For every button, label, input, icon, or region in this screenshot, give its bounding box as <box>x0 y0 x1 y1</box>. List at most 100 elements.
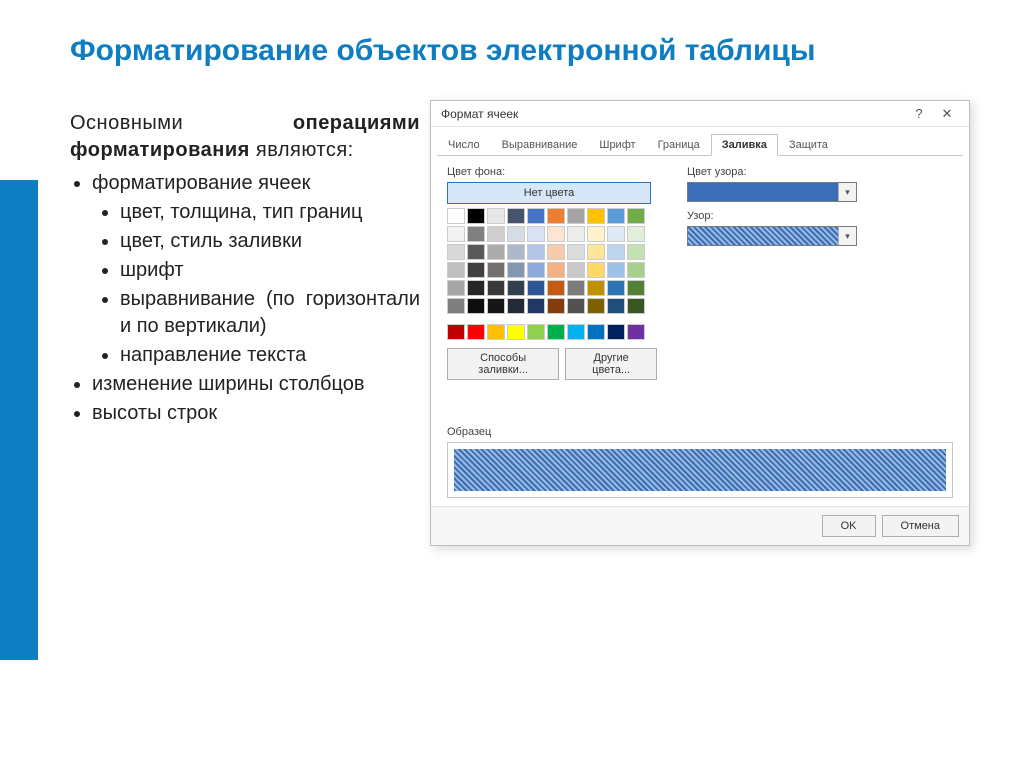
color-swatch[interactable] <box>627 280 645 296</box>
close-icon[interactable]: ✕ <box>933 106 961 122</box>
color-swatch[interactable] <box>627 298 645 314</box>
color-swatch[interactable] <box>447 324 465 340</box>
bullet-l1-c: высоты строк <box>92 400 420 427</box>
color-swatch[interactable] <box>447 208 465 224</box>
color-swatch[interactable] <box>547 208 565 224</box>
color-swatch[interactable] <box>587 324 605 340</box>
color-swatch[interactable] <box>507 244 525 260</box>
color-swatch[interactable] <box>627 208 645 224</box>
tab-number[interactable]: Число <box>437 134 491 156</box>
color-swatch[interactable] <box>587 280 605 296</box>
color-swatch[interactable] <box>507 226 525 242</box>
color-swatch[interactable] <box>467 280 485 296</box>
color-swatch[interactable] <box>507 324 525 340</box>
color-swatch[interactable] <box>487 324 505 340</box>
color-swatch[interactable] <box>587 208 605 224</box>
color-swatch[interactable] <box>487 262 505 278</box>
bullet-l2-d: выравнивание (по горизонтали и по вертик… <box>120 286 420 340</box>
color-swatch[interactable] <box>607 298 625 314</box>
color-swatch[interactable] <box>487 208 505 224</box>
intro-part1: Основными <box>70 112 183 134</box>
chevron-down-icon: ▾ <box>838 227 856 245</box>
color-swatch[interactable] <box>467 324 485 340</box>
color-swatch[interactable] <box>467 208 485 224</box>
color-swatch[interactable] <box>607 280 625 296</box>
tab-border[interactable]: Граница <box>647 134 711 156</box>
color-swatch[interactable] <box>527 324 545 340</box>
color-swatch[interactable] <box>447 244 465 260</box>
color-swatch[interactable] <box>567 244 585 260</box>
dialog-title: Формат ячеек <box>441 107 905 121</box>
fill-methods-button[interactable]: Способы заливки... <box>447 348 559 380</box>
color-swatch[interactable] <box>547 324 565 340</box>
help-icon[interactable]: ? <box>905 106 933 121</box>
color-swatch[interactable] <box>567 262 585 278</box>
color-swatch[interactable] <box>567 226 585 242</box>
color-swatch[interactable] <box>467 244 485 260</box>
chevron-down-icon: ▾ <box>838 183 856 201</box>
color-swatch[interactable] <box>587 226 605 242</box>
dialog-footer: OK Отмена <box>431 506 969 545</box>
color-swatch[interactable] <box>547 244 565 260</box>
bullet-l2-b: цвет, стиль заливки <box>120 228 420 255</box>
color-swatch[interactable] <box>467 226 485 242</box>
color-swatch[interactable] <box>547 298 565 314</box>
pattern-color-value <box>688 183 838 201</box>
dialog-titlebar[interactable]: Формат ячеек ? ✕ <box>431 101 969 127</box>
color-swatch[interactable] <box>627 226 645 242</box>
color-swatch[interactable] <box>527 280 545 296</box>
color-swatch[interactable] <box>567 280 585 296</box>
color-swatch[interactable] <box>547 280 565 296</box>
color-swatch[interactable] <box>587 298 605 314</box>
color-swatch[interactable] <box>507 280 525 296</box>
color-swatch[interactable] <box>467 298 485 314</box>
color-swatch[interactable] <box>507 262 525 278</box>
bullet-l2-e: направление текста <box>120 342 420 369</box>
color-swatch[interactable] <box>607 262 625 278</box>
color-swatch[interactable] <box>607 226 625 242</box>
color-swatch[interactable] <box>467 262 485 278</box>
bg-color-label: Цвет фона: <box>447 166 657 178</box>
color-swatch[interactable] <box>527 262 545 278</box>
cancel-button[interactable]: Отмена <box>882 515 959 537</box>
color-swatch[interactable] <box>487 226 505 242</box>
bullet-l2-c: шрифт <box>120 257 420 284</box>
color-swatch[interactable] <box>627 244 645 260</box>
ok-button[interactable]: OK <box>822 515 876 537</box>
pattern-color-combo[interactable]: ▾ <box>687 182 857 202</box>
color-swatch[interactable] <box>487 280 505 296</box>
color-swatch[interactable] <box>567 208 585 224</box>
color-swatch[interactable] <box>487 244 505 260</box>
color-swatch[interactable] <box>527 208 545 224</box>
no-color-button[interactable]: Нет цвета <box>447 182 651 204</box>
tab-fill[interactable]: Заливка <box>711 134 778 156</box>
color-swatch[interactable] <box>567 324 585 340</box>
color-swatch[interactable] <box>607 244 625 260</box>
tab-alignment[interactable]: Выравнивание <box>491 134 589 156</box>
color-swatch[interactable] <box>567 298 585 314</box>
color-swatch[interactable] <box>547 262 565 278</box>
color-swatch[interactable] <box>507 208 525 224</box>
sample-box <box>447 442 953 498</box>
color-swatch[interactable] <box>487 298 505 314</box>
color-swatch[interactable] <box>587 262 605 278</box>
tab-font[interactable]: Шрифт <box>588 134 646 156</box>
color-swatch[interactable] <box>607 208 625 224</box>
color-swatch[interactable] <box>587 244 605 260</box>
color-swatch[interactable] <box>447 280 465 296</box>
color-swatch[interactable] <box>447 226 465 242</box>
color-swatch[interactable] <box>447 262 465 278</box>
color-swatch[interactable] <box>527 298 545 314</box>
color-swatch[interactable] <box>547 226 565 242</box>
color-swatch[interactable] <box>447 298 465 314</box>
other-colors-button[interactable]: Другие цвета... <box>565 348 657 380</box>
color-swatch[interactable] <box>527 226 545 242</box>
tab-protection[interactable]: Защита <box>778 134 839 156</box>
color-swatch[interactable] <box>607 324 625 340</box>
color-swatch[interactable] <box>627 324 645 340</box>
color-swatch[interactable] <box>627 262 645 278</box>
color-swatch[interactable] <box>527 244 545 260</box>
color-swatch[interactable] <box>507 298 525 314</box>
theme-color-row <box>447 208 657 224</box>
pattern-style-combo[interactable]: ▾ <box>687 226 857 246</box>
